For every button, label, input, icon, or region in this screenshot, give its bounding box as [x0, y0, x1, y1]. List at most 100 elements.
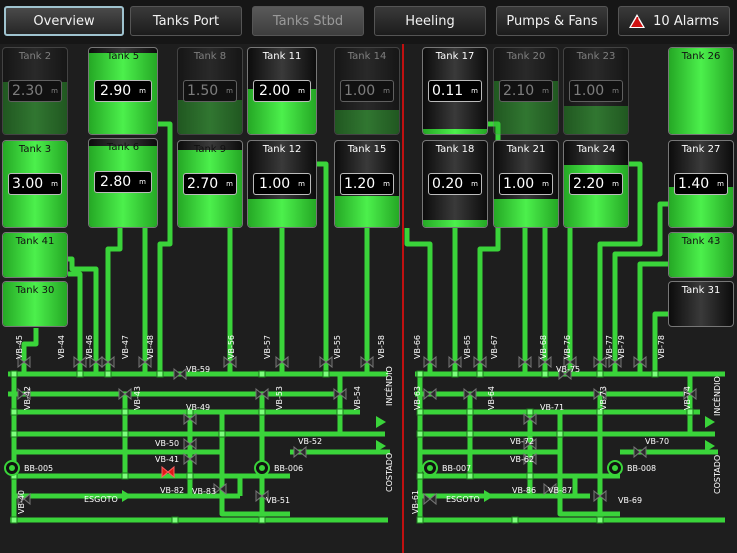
tank-31[interactable]: Tank 31 — [668, 281, 734, 327]
valve-label: VB-69 — [618, 496, 642, 505]
pipe-joint — [416, 430, 424, 438]
pipe-joint — [121, 472, 129, 480]
outlet-label: ESGOTO — [84, 495, 118, 504]
valve-label: VB-71 — [540, 403, 564, 412]
valve-label: VB-48 — [146, 335, 155, 359]
tank-2-readout: 2.30 m — [8, 80, 62, 102]
tank-17-level — [423, 128, 487, 134]
valve-label: VB-64 — [487, 386, 496, 410]
tank-24[interactable]: Tank 24 2.20 m — [563, 140, 629, 228]
tank-5[interactable]: Tank 5 2.90 m — [88, 47, 158, 135]
pump-label: BB-006 — [274, 464, 303, 473]
tank-17-readout: 0.11 m — [428, 80, 482, 102]
tank-18-level — [423, 220, 487, 227]
tab-heeling[interactable]: Heeling — [374, 6, 486, 36]
pipe-joint — [526, 408, 534, 416]
pipe-joint — [10, 370, 18, 378]
port-stbd-divider — [402, 44, 404, 553]
tank-3-readout: 3.00 m — [8, 173, 62, 195]
valve-label: VB-43 — [133, 386, 142, 410]
tank-23[interactable]: Tank 23 1.00 m — [563, 47, 629, 135]
tank-30[interactable]: Tank 30 — [2, 281, 68, 327]
valve-label: VB-79 — [617, 335, 626, 359]
pipe-joint — [336, 408, 344, 416]
tank-15-name: Tank 15 — [347, 144, 387, 155]
pipe-joint — [322, 370, 330, 378]
tank-11[interactable]: Tank 11 2.00 m — [247, 47, 317, 135]
tank-26[interactable]: Tank 26 — [668, 47, 734, 135]
outlet-label: INCÊNDIO — [711, 376, 722, 416]
pipe — [157, 121, 173, 374]
valve-label: VB-87 — [548, 486, 572, 495]
pump-bb007-icon-core — [427, 465, 433, 471]
valve-label: VB-78 — [657, 335, 666, 359]
valve-label: VB-58 — [377, 335, 386, 359]
pipe-joint — [10, 408, 18, 416]
tank-5-readout: 2.90 m — [94, 80, 152, 102]
pipe-joint — [541, 370, 549, 378]
tab-tanks-port[interactable]: Tanks Port — [130, 6, 242, 36]
tank-15[interactable]: Tank 15 1.20 m — [334, 140, 400, 228]
pipe-joint — [171, 516, 179, 524]
alarms-button[interactable]: ! 10 Alarms — [618, 6, 730, 36]
pipe-joint — [186, 472, 194, 480]
tank-diagram: VB-45 VB-44 VB-46 VB-47 VB-48 VB-56 VB-57 VB-55… — [0, 44, 737, 553]
tab-tanks-stbd[interactable]: Tanks Stbd — [252, 6, 364, 36]
tank-23-readout: 1.00 m — [569, 80, 623, 102]
tank-6[interactable]: Tank 6 2.80 m — [88, 138, 158, 228]
top-navigation: Overview Tanks Port Tanks Stbd Heeling P… — [0, 0, 737, 44]
tank-17[interactable]: Tank 17 0.11 m — [422, 47, 488, 135]
incendio-left-arrow-icon — [376, 416, 386, 428]
tank-15-readout: 1.20 m — [340, 173, 394, 195]
pipe-joint — [121, 430, 129, 438]
tank-41[interactable]: Tank 41 — [2, 232, 68, 278]
outlet-label: ESGOTO — [446, 495, 480, 504]
valve-label: VB-67 — [490, 335, 499, 359]
tank-18[interactable]: Tank 18 0.20 m — [422, 140, 488, 228]
tank-14[interactable]: Tank 14 1.00 m — [334, 47, 400, 135]
pump-label: BB-005 — [24, 464, 53, 473]
tank-21-readout: 1.00 m — [499, 173, 553, 195]
tank-2[interactable]: Tank 2 2.30 m — [2, 47, 68, 135]
pipe-joint — [466, 408, 474, 416]
valve-label: VB-72 — [510, 437, 534, 446]
esgoto-right-arrow-icon — [484, 490, 494, 502]
tank-11-name: Tank 11 — [262, 51, 302, 62]
tank-26-name: Tank 26 — [681, 51, 721, 62]
valve-label: VB-49 — [186, 403, 210, 412]
tank-6-readout: 2.80 m — [94, 171, 152, 193]
tank-3[interactable]: Tank 3 3.00 m — [2, 140, 68, 228]
tank-27-name: Tank 27 — [681, 144, 721, 155]
valve-label: VB-45 — [15, 335, 24, 359]
outlet-label: COSTADO — [713, 455, 722, 494]
valve-label: VB-57 — [263, 335, 272, 359]
valve-label: VB-75 — [556, 365, 580, 374]
tank-3-name: Tank 3 — [18, 144, 52, 155]
valve-icon — [633, 445, 647, 459]
valve-label: VB-77 — [605, 335, 614, 359]
valve-label: VB-86 — [512, 486, 536, 495]
pipe-joint — [10, 430, 18, 438]
tank-30-name: Tank 30 — [15, 285, 55, 296]
pipe-joint — [218, 430, 226, 438]
valve-label: VB-42 — [23, 386, 32, 410]
tank-8[interactable]: Tank 8 1.50 m — [177, 47, 243, 135]
tank-20[interactable]: Tank 20 2.10 m — [493, 47, 559, 135]
tab-overview[interactable]: Overview — [4, 6, 124, 36]
tank-27[interactable]: Tank 27 1.40 m — [668, 140, 734, 228]
tank-21[interactable]: Tank 21 1.00 m — [493, 140, 559, 228]
tab-pumps-fans[interactable]: Pumps & Fans — [496, 6, 608, 36]
pipe-joint — [258, 516, 266, 524]
valve-label: VB-53 — [275, 386, 284, 410]
tank-23-name: Tank 23 — [576, 51, 616, 62]
valve-label: VB-50 — [155, 439, 179, 448]
tank-14-name: Tank 14 — [347, 51, 387, 62]
tank-9[interactable]: Tank 9 2.70 m — [177, 140, 243, 228]
outlet-label: INCÊNDIO — [383, 366, 394, 406]
pipe-joint — [156, 370, 164, 378]
tank-43[interactable]: Tank 43 — [668, 232, 734, 278]
valve-label: VB-46 — [85, 335, 94, 359]
valve-label: VB-62 — [510, 455, 534, 464]
pipe-joint — [76, 370, 84, 378]
tank-12[interactable]: Tank 12 1.00 m — [247, 140, 317, 228]
